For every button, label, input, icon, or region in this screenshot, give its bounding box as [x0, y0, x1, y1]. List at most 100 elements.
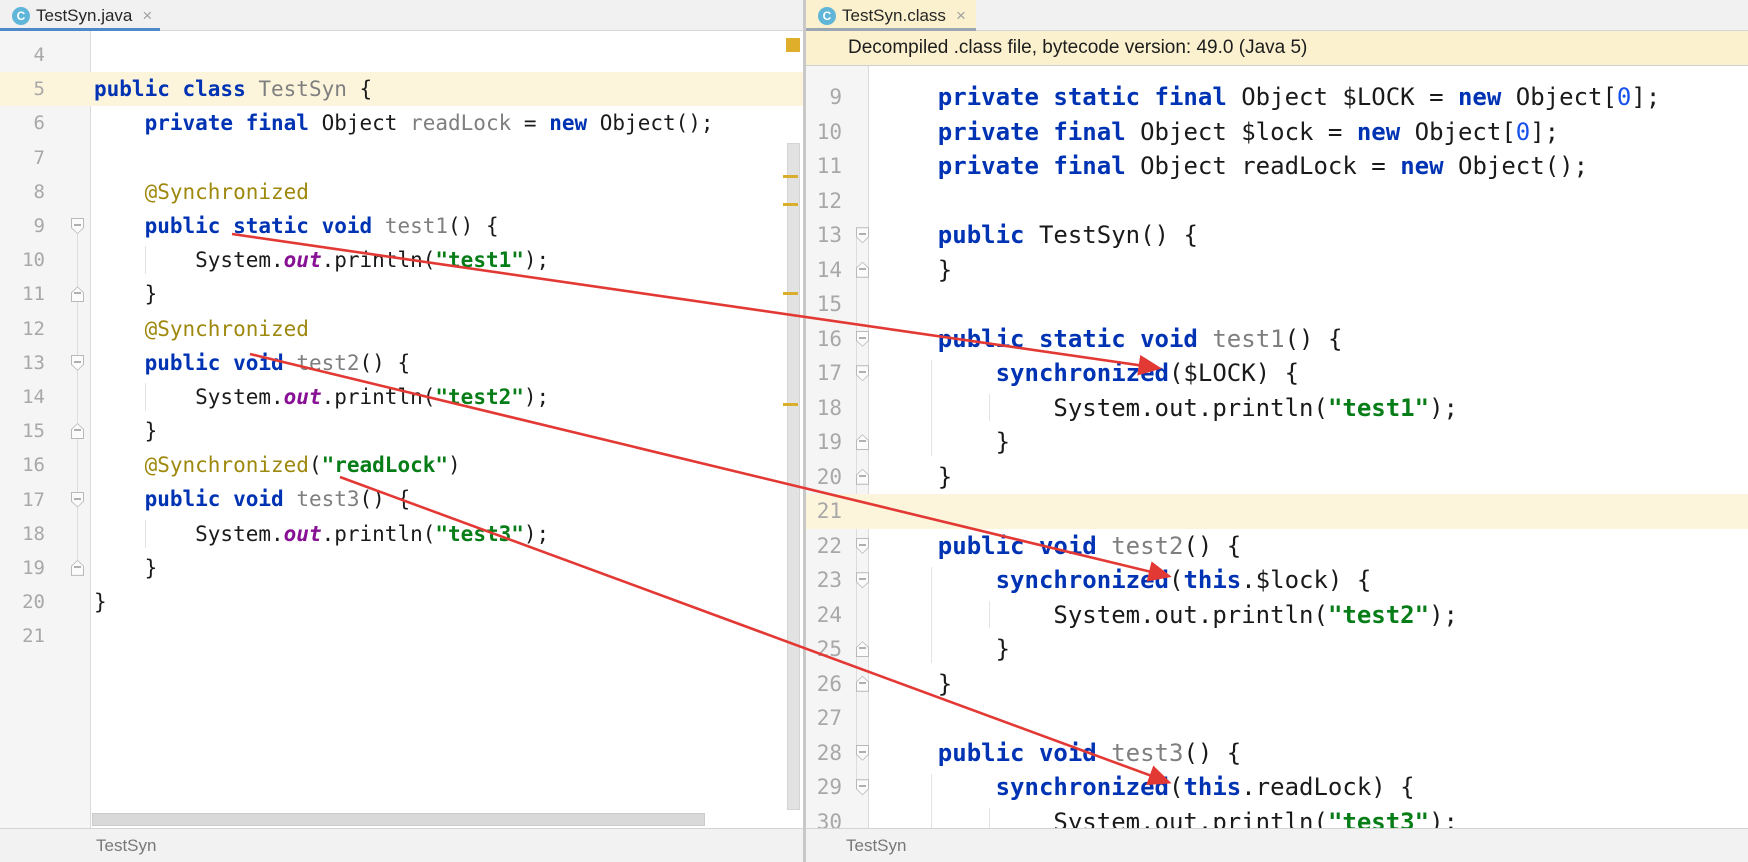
- code-text[interactable]: System.out.println("test3");: [91, 517, 549, 551]
- code-text[interactable]: synchronized(this.$lock) {: [876, 563, 1371, 598]
- warning-stripe-mark[interactable]: [783, 403, 798, 406]
- code-text[interactable]: System.out.println("test2");: [91, 380, 549, 414]
- line-number[interactable]: 13: [0, 352, 53, 374]
- code-line[interactable]: 27: [806, 701, 1748, 736]
- code-text[interactable]: public void test3() {: [91, 482, 410, 516]
- vertical-scrollbar-thumb[interactable]: [787, 143, 800, 810]
- code-line[interactable]: 12 @Synchronized: [0, 312, 803, 346]
- line-number[interactable]: 6: [0, 112, 53, 134]
- warning-stripe-mark[interactable]: [783, 292, 798, 295]
- code-line[interactable]: 21: [0, 619, 803, 653]
- line-number[interactable]: 12: [0, 318, 53, 340]
- fold-expanded-icon[interactable]: [856, 779, 869, 795]
- code-text[interactable]: @Synchronized: [91, 175, 309, 209]
- code-line[interactable]: 13 public TestSyn() {: [806, 218, 1748, 253]
- tab-testsyn-java[interactable]: C TestSyn.java ×: [0, 0, 160, 31]
- code-line[interactable]: 15 }: [0, 414, 803, 448]
- code-line[interactable]: 20 }: [806, 460, 1748, 495]
- line-number[interactable]: 19: [806, 430, 848, 454]
- code-line[interactable]: 12: [806, 184, 1748, 219]
- code-line[interactable]: 18 System.out.println("test1");: [806, 391, 1748, 426]
- line-number[interactable]: 24: [806, 603, 848, 627]
- line-number[interactable]: 21: [0, 625, 53, 647]
- code-area-source[interactable]: 4 5public class TestSyn { 6 private final …: [0, 38, 803, 653]
- code-line[interactable]: 28 public void test3() {: [806, 736, 1748, 771]
- line-number[interactable]: 29: [806, 775, 848, 799]
- fold-end-icon[interactable]: [856, 641, 869, 657]
- code-line[interactable]: 16 @Synchronized("readLock"): [0, 448, 803, 482]
- line-number[interactable]: 20: [0, 591, 53, 613]
- code-text[interactable]: }: [876, 253, 952, 288]
- code-line[interactable]: 14 System.out.println("test2");: [0, 380, 803, 414]
- line-number[interactable]: 12: [806, 189, 848, 213]
- line-number[interactable]: 16: [806, 327, 848, 351]
- code-line[interactable]: 10 private final Object $lock = new Obje…: [806, 115, 1748, 150]
- line-number[interactable]: 22: [806, 534, 848, 558]
- code-text[interactable]: }: [91, 414, 157, 448]
- code-line[interactable]: 21: [806, 494, 1748, 529]
- line-number[interactable]: 23: [806, 568, 848, 592]
- line-number[interactable]: 9: [806, 85, 848, 109]
- code-text[interactable]: }: [91, 551, 157, 585]
- line-number[interactable]: 14: [0, 386, 53, 408]
- code-line[interactable]: 10 System.out.println("test1");: [0, 243, 803, 277]
- code-text[interactable]: System.out.println("test2");: [876, 598, 1458, 633]
- code-line[interactable]: 5public class TestSyn {: [0, 72, 803, 106]
- line-number[interactable]: 27: [806, 706, 848, 730]
- code-line[interactable]: 11 }: [0, 277, 803, 311]
- line-number[interactable]: 11: [0, 283, 53, 305]
- code-text[interactable]: public class TestSyn {: [91, 72, 372, 106]
- line-number[interactable]: 21: [806, 499, 848, 523]
- code-line[interactable]: 18 System.out.println("test3");: [0, 517, 803, 551]
- close-icon[interactable]: ×: [956, 7, 966, 24]
- code-line[interactable]: 25 }: [806, 632, 1748, 667]
- line-number[interactable]: 17: [0, 489, 53, 511]
- code-line[interactable]: 16 public static void test1() {: [806, 322, 1748, 357]
- code-line[interactable]: 8 @Synchronized: [0, 175, 803, 209]
- fold-expanded-icon[interactable]: [71, 355, 84, 371]
- fold-expanded-icon[interactable]: [856, 745, 869, 761]
- code-text[interactable]: private final Object readLock = new Obje…: [876, 149, 1588, 184]
- code-line[interactable]: 11 private final Object readLock = new O…: [806, 149, 1748, 184]
- line-number[interactable]: 7: [0, 147, 53, 169]
- line-number[interactable]: 14: [806, 258, 848, 282]
- code-text[interactable]: private final Object readLock = new Obje…: [91, 106, 714, 140]
- fold-expanded-icon[interactable]: [856, 331, 869, 347]
- code-line[interactable]: 29 synchronized(this.readLock) {: [806, 770, 1748, 805]
- tab-testsyn-class[interactable]: C TestSyn.class ×: [806, 0, 976, 31]
- breadcrumb[interactable]: TestSyn: [846, 836, 906, 856]
- code-line[interactable]: 24 System.out.println("test2");: [806, 598, 1748, 633]
- code-text[interactable]: }: [876, 425, 1010, 460]
- line-number[interactable]: 15: [806, 292, 848, 316]
- line-number[interactable]: 11: [806, 154, 848, 178]
- line-number[interactable]: 4: [0, 44, 53, 66]
- fold-end-icon[interactable]: [856, 469, 869, 485]
- code-line[interactable]: 9 private static final Object $LOCK = ne…: [806, 80, 1748, 115]
- code-text[interactable]: }: [91, 585, 107, 619]
- code-text[interactable]: private static final Object $LOCK = new …: [876, 80, 1660, 115]
- line-number[interactable]: 10: [806, 120, 848, 144]
- code-text[interactable]: }: [91, 277, 157, 311]
- fold-expanded-icon[interactable]: [71, 218, 84, 234]
- fold-end-icon[interactable]: [856, 676, 869, 692]
- close-icon[interactable]: ×: [142, 7, 152, 24]
- code-text[interactable]: System.out.println("test1");: [876, 391, 1458, 426]
- code-text[interactable]: private final Object $lock = new Object[…: [876, 115, 1559, 150]
- line-number[interactable]: 28: [806, 741, 848, 765]
- fold-expanded-icon[interactable]: [71, 492, 84, 508]
- code-text[interactable]: System.out.println("test1");: [91, 243, 549, 277]
- code-text[interactable]: public void test2() {: [876, 529, 1241, 564]
- warning-stripe-mark[interactable]: [783, 203, 798, 206]
- line-number[interactable]: 26: [806, 672, 848, 696]
- line-number[interactable]: 18: [806, 396, 848, 420]
- line-number[interactable]: 16: [0, 454, 53, 476]
- code-text[interactable]: }: [876, 460, 952, 495]
- fold-expanded-icon[interactable]: [856, 538, 869, 554]
- line-number[interactable]: 10: [0, 249, 53, 271]
- code-text[interactable]: public TestSyn() {: [876, 218, 1198, 253]
- warning-stripe-mark[interactable]: [783, 175, 798, 178]
- breadcrumb[interactable]: TestSyn: [96, 836, 156, 856]
- code-line[interactable]: 17 synchronized($LOCK) {: [806, 356, 1748, 391]
- code-line[interactable]: 19 }: [806, 425, 1748, 460]
- code-line[interactable]: 9 public static void test1() {: [0, 209, 803, 243]
